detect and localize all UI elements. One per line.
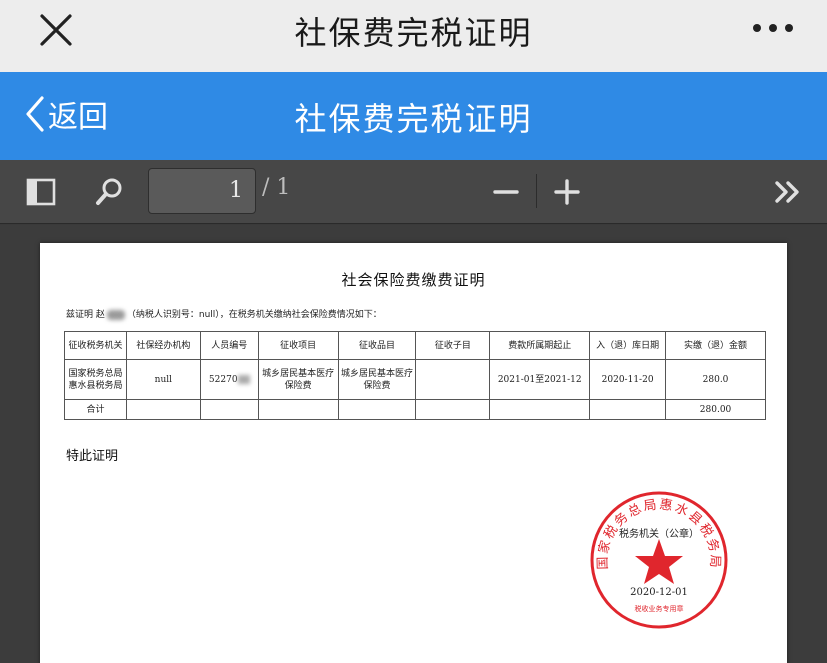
intro-prefix: 兹证明 赵 — [66, 310, 105, 320]
table-total-row: 合计 280.00 — [64, 399, 766, 420]
column-header: 费款所属期起止 — [489, 331, 591, 360]
toolbar-divider — [536, 174, 537, 208]
more-options-icon[interactable] — [751, 18, 795, 38]
sidebar-toggle-icon[interactable] — [25, 176, 57, 208]
payment-table: 征收税务机关 社保经办机构 人员编号 征收项目 征收品目 征收子目 费款所属期起… — [64, 331, 766, 420]
seal-bottom-text: 税收业务专用章 — [635, 604, 684, 613]
window-title: 社保费完税证明 — [294, 14, 533, 52]
pdf-viewer[interactable]: 社会保险费缴费证明 兹证明 赵 （纳税人识别号：null），在税务机关缴纳社会保险… — [0, 225, 827, 663]
total-label: 合计 — [64, 399, 127, 420]
cell-category: 城乡居民基本医疗保险费 — [337, 359, 417, 400]
tools-menu-icon[interactable] — [772, 176, 804, 208]
zoom-in-icon[interactable] — [551, 176, 583, 208]
document-intro: 兹证明 赵 （纳税人识别号：null），在税务机关缴纳社会保险费情况如下： — [66, 307, 382, 320]
zoom-out-icon[interactable] — [490, 176, 522, 208]
column-header: 入（退）库日期 — [589, 331, 667, 360]
column-header: 人员编号 — [199, 331, 259, 360]
cell-amount: 280.0 — [665, 359, 766, 400]
cell-item: 城乡居民基本医疗保险费 — [257, 359, 339, 400]
table-row: 国家税务总局惠水县税务局 null 52270 城乡居民基本医疗保险费 城乡居民… — [64, 359, 766, 400]
redacted-name — [106, 309, 125, 320]
total-amount: 280.00 — [665, 399, 766, 420]
table-header-row: 征收税务机关 社保经办机构 人员编号 征收项目 征收品目 征收子目 费款所属期起… — [64, 331, 766, 360]
navigation-bar: 返回 社保费完税证明 — [0, 72, 827, 160]
column-header: 征收子目 — [415, 331, 491, 360]
app-top-bar: 社保费完税证明 — [0, 0, 827, 72]
search-icon[interactable] — [93, 176, 125, 208]
page-title: 社保费完税证明 — [294, 100, 533, 138]
cell-date: 2020-11-20 — [589, 359, 667, 400]
seal-center-text: 税务机关（公章） — [619, 527, 699, 540]
document-title: 社会保险费缴费证明 — [341, 271, 486, 289]
cell-subitem — [415, 359, 491, 400]
official-seal: 国家税务总局惠水县税务局 税务机关（公章） 2020-12-01 税收业务专用章 — [590, 491, 728, 629]
intro-suffix: （纳税人识别号：null），在税务机关缴纳社会保险费情况如下： — [126, 310, 382, 320]
column-header: 征收项目 — [257, 331, 339, 360]
pdf-toolbar: 1 / 1 — [0, 160, 827, 224]
column-header: 征收税务机关 — [64, 331, 127, 360]
page-number-input[interactable]: 1 — [148, 168, 256, 214]
person-id-value: 52270 — [208, 374, 238, 385]
cell-authority: 国家税务总局惠水县税务局 — [64, 359, 127, 400]
column-header: 征收品目 — [337, 331, 417, 360]
certify-text: 特此证明 — [66, 449, 119, 464]
cell-agency: null — [125, 359, 201, 400]
page-total: / 1 — [262, 175, 291, 200]
cell-period: 2021-01至2021-12 — [489, 359, 591, 400]
redacted-id — [237, 374, 250, 384]
seal-date: 2020-12-01 — [630, 587, 688, 598]
pdf-page: 社会保险费缴费证明 兹证明 赵 （纳税人识别号：null），在税务机关缴纳社会保险… — [40, 243, 787, 663]
cell-person-id: 52270 — [199, 359, 259, 400]
column-header: 社保经办机构 — [125, 331, 201, 360]
column-header: 实缴（退）金额 — [665, 331, 766, 360]
